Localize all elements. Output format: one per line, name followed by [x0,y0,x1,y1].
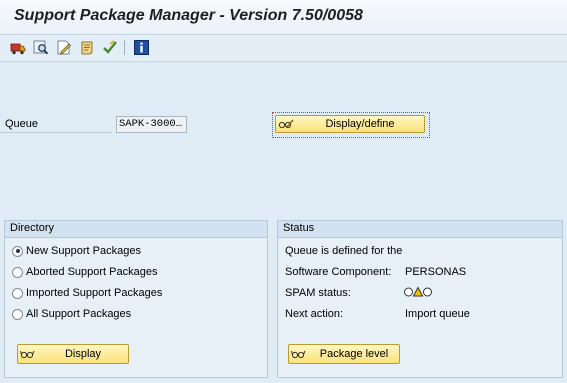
info-icon[interactable] [132,39,150,56]
title-bar: Support Package Manager - Version 7.50/0… [0,0,567,35]
directory-title: Directory [5,221,267,238]
search-icon[interactable] [32,39,50,56]
display-define-button[interactable]: Display/define [275,115,425,133]
display-define-label: Display/define [325,118,395,130]
software-component-label: Software Component: [285,266,392,278]
next-action-label: Next action: [285,308,344,320]
radio-label: All Support Packages [26,308,132,320]
traffic-light-icon [404,286,432,301]
application-toolbar [0,35,567,62]
radio-all-support-packages[interactable]: All Support Packages [12,308,131,320]
status-title: Status [278,221,562,238]
queue-label-underline [0,132,112,133]
next-action-value: Import queue [405,308,470,320]
software-component-value: PERSONAS [405,266,467,278]
queue-field[interactable]: SAPK-3000… [116,116,187,133]
radio-aborted-support-packages[interactable]: Aborted Support Packages [12,266,157,278]
status-group: Status Queue is defined for the Software… [277,220,563,378]
glasses-icon [18,348,38,360]
radio-label: Imported Support Packages [26,287,163,299]
page-title: Support Package Manager - Version 7.50/0… [14,7,363,24]
radio-new-support-packages[interactable]: New Support Packages [12,245,141,257]
truck-icon[interactable] [9,39,27,56]
check-icon[interactable] [101,39,119,56]
package-level-label: Package level [319,348,389,360]
display-label: Display [64,348,102,360]
radio-button[interactable] [12,308,23,320]
radio-button[interactable] [12,266,23,278]
status-message: Queue is defined for the [285,245,403,257]
directory-group: Directory New Support Packages Aborted S… [4,220,268,378]
radio-button[interactable] [12,287,23,299]
radio-label: Aborted Support Packages [26,266,158,278]
edit-document-icon[interactable] [55,39,73,56]
glasses-edit-icon [276,118,296,130]
radio-button-selected[interactable] [12,245,23,257]
glasses-icon [289,348,309,360]
queue-label: Queue [5,118,39,130]
package-level-button[interactable]: Package level [288,344,400,364]
display-button[interactable]: Display [17,344,129,364]
scroll-icon[interactable] [78,39,96,56]
radio-imported-support-packages[interactable]: Imported Support Packages [12,287,162,299]
toolbar-separator [124,40,125,55]
spam-status-label: SPAM status: [285,287,351,299]
radio-label: New Support Packages [26,245,141,257]
